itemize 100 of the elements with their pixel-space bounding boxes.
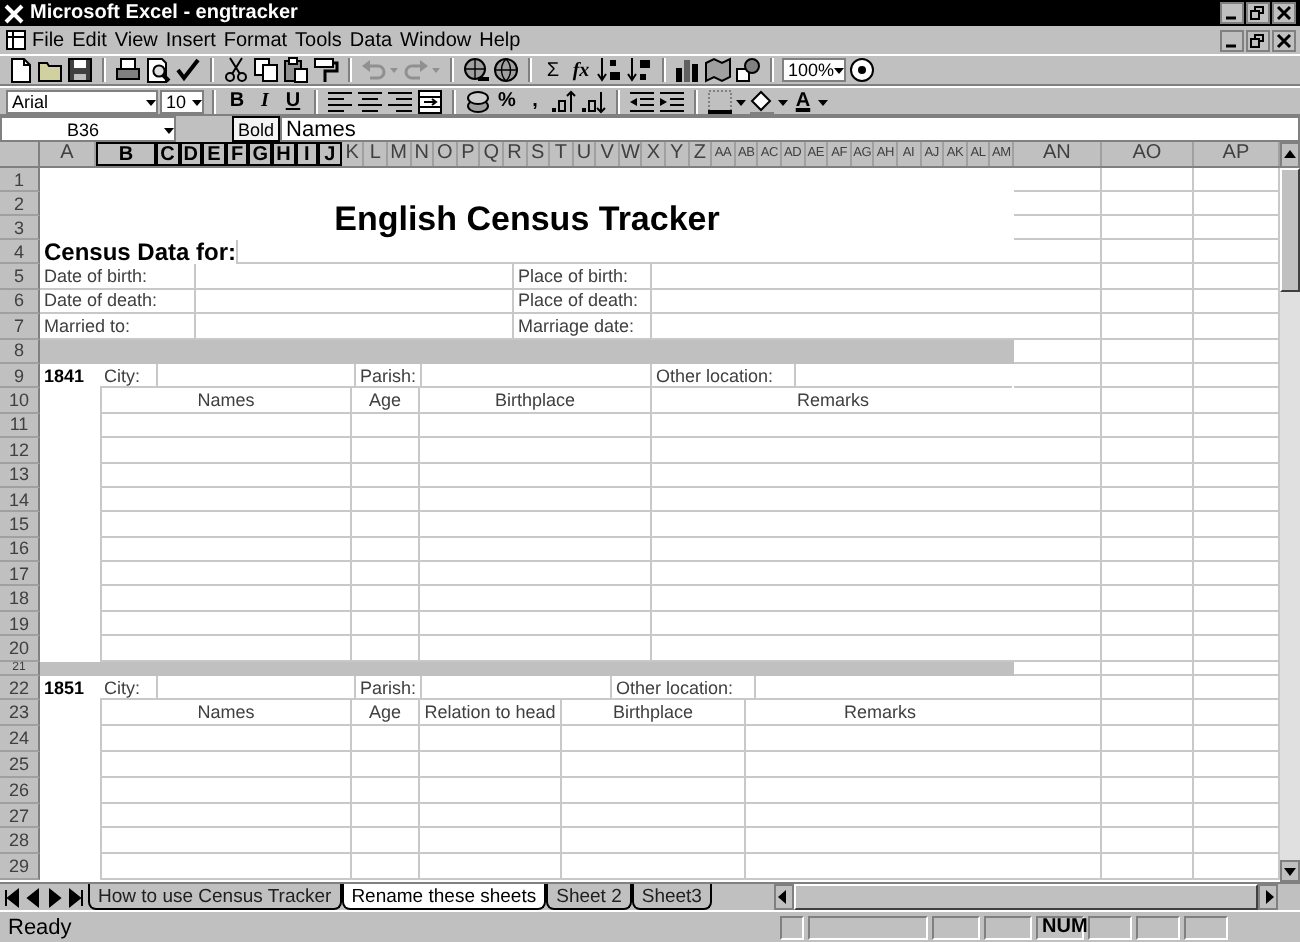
row-header[interactable]: 26: [0, 777, 40, 804]
borders-icon[interactable]: [706, 87, 734, 115]
new-file-icon[interactable]: [6, 56, 34, 84]
sheet-cell[interactable]: [1102, 339, 1194, 364]
sheet-cell[interactable]: [1194, 264, 1280, 290]
menu-item[interactable]: File: [28, 29, 69, 51]
sheet-cell[interactable]: [1194, 777, 1280, 804]
sheet-cell[interactable]: [1194, 562, 1280, 587]
name-box[interactable]: B36: [0, 116, 176, 142]
column-header[interactable]: Z: [689, 142, 713, 166]
sheet-cell[interactable]: [1102, 586, 1194, 612]
row-header[interactable]: 14: [0, 487, 40, 513]
row-header[interactable]: 20: [0, 636, 40, 662]
sheet-cell[interactable]: [1014, 675, 1102, 701]
scroll-up-button[interactable]: [1280, 142, 1300, 168]
column-header[interactable]: W: [619, 142, 643, 166]
menu-item[interactable]: Window: [396, 29, 476, 51]
bold-button[interactable]: B: [224, 88, 250, 114]
sheet-cell[interactable]: [1194, 438, 1280, 464]
sheet-cell[interactable]: [350, 854, 418, 881]
sheet-cell[interactable]: [1014, 636, 1102, 662]
sheet-cell[interactable]: [1014, 611, 1102, 637]
sheet-cell[interactable]: [1014, 314, 1102, 340]
sheet-cell[interactable]: [1102, 611, 1194, 637]
sheet-cell[interactable]: [1194, 700, 1280, 727]
menu-item[interactable]: Format: [219, 29, 292, 51]
font-color-button[interactable]: A: [790, 88, 816, 114]
sum-button[interactable]: Σ: [540, 57, 566, 83]
row-header[interactable]: 8: [0, 339, 40, 364]
row-header[interactable]: 29: [0, 854, 40, 881]
sheet-cell[interactable]: [100, 854, 350, 881]
sheet-cell[interactable]: [1102, 314, 1194, 340]
sheet-tab[interactable]: How to use Census Tracker: [88, 884, 342, 910]
menu-item[interactable]: View: [110, 29, 162, 51]
sheet-cell[interactable]: [1102, 854, 1194, 881]
sheet-cell[interactable]: [1014, 700, 1102, 727]
row-header[interactable]: 4: [0, 240, 40, 265]
sheet-cell[interactable]: [1194, 388, 1280, 414]
sheet-cell[interactable]: [1014, 168, 1102, 192]
scroll-right-button[interactable]: [1258, 884, 1278, 910]
row-header[interactable]: 13: [0, 463, 40, 488]
sheet-cell[interactable]: [1194, 363, 1280, 389]
open-folder-icon[interactable]: [36, 56, 64, 84]
row-header[interactable]: 1: [0, 168, 40, 192]
column-header[interactable]: L: [364, 142, 388, 166]
sheet-cell[interactable]: [1014, 562, 1102, 587]
row-header[interactable]: 24: [0, 726, 40, 753]
column-header[interactable]: C: [156, 142, 180, 166]
sheet-cell[interactable]: [1014, 512, 1102, 538]
sheet-tab[interactable]: Sheet3: [631, 884, 712, 910]
row-header[interactable]: 10: [0, 388, 40, 414]
menu-item[interactable]: Data: [345, 29, 397, 51]
sheet-cell[interactable]: [1014, 854, 1102, 881]
sheet-cell[interactable]: [1014, 363, 1102, 389]
sheet-cell[interactable]: [1014, 537, 1102, 563]
sheet-cell[interactable]: [1102, 438, 1194, 464]
scroll-thumb[interactable]: [1280, 168, 1300, 292]
scroll-left-button[interactable]: [774, 884, 794, 910]
row-header[interactable]: 16: [0, 537, 40, 563]
row-header[interactable]: 25: [0, 752, 40, 778]
row-header[interactable]: 15: [0, 512, 40, 538]
last-sheet-button[interactable]: [66, 884, 88, 910]
map-icon[interactable]: [704, 56, 732, 84]
align-right-icon[interactable]: [386, 87, 414, 115]
sheet-cell[interactable]: [1102, 192, 1194, 216]
column-header[interactable]: V: [596, 142, 620, 166]
function-button[interactable]: fx: [568, 57, 594, 83]
sort-ascending-icon[interactable]: [596, 56, 624, 84]
sheet-cell[interactable]: [418, 854, 560, 881]
paintbrush-icon[interactable]: [312, 56, 340, 84]
bar-chart-icon[interactable]: [674, 56, 702, 84]
sheet-cell[interactable]: [1014, 586, 1102, 612]
column-header[interactable]: M: [387, 142, 412, 166]
sheet-cell[interactable]: [744, 854, 1014, 881]
font-size-dropdown[interactable]: 10: [160, 89, 204, 113]
column-header[interactable]: T: [550, 142, 574, 166]
increase-decimal-icon[interactable]: [550, 87, 578, 115]
decrease-indent-icon[interactable]: [628, 87, 656, 115]
sheet-cell[interactable]: [1014, 726, 1102, 753]
sheet-cell[interactable]: [1014, 216, 1102, 240]
sheet-cell[interactable]: [1194, 586, 1280, 612]
coins-icon[interactable]: [464, 87, 492, 115]
column-header[interactable]: Y: [666, 142, 690, 166]
sheet-cell[interactable]: [560, 854, 744, 881]
sheet-cell[interactable]: [1102, 168, 1194, 192]
sheet-cell[interactable]: [1194, 512, 1280, 538]
formula-field[interactable]: Names: [280, 116, 1300, 142]
sheet-cell[interactable]: [1102, 562, 1194, 587]
row-header[interactable]: 11: [0, 413, 40, 439]
column-header[interactable]: D: [179, 142, 203, 166]
sheet-cell[interactable]: [1014, 192, 1102, 216]
sheet-cell[interactable]: [1194, 803, 1280, 829]
row-header[interactable]: 17: [0, 562, 40, 587]
sheet-cell[interactable]: [1194, 537, 1280, 563]
column-header[interactable]: E: [202, 142, 226, 166]
sheet-cell[interactable]: [1014, 289, 1102, 315]
column-header[interactable]: S: [527, 142, 551, 166]
column-header[interactable]: F: [225, 142, 249, 166]
sheet-cell[interactable]: [1102, 700, 1194, 727]
sheet-cell[interactable]: [1194, 168, 1280, 192]
